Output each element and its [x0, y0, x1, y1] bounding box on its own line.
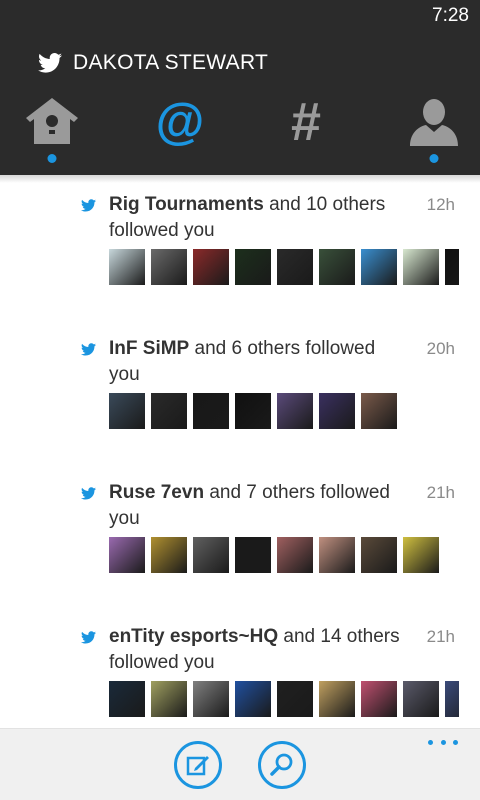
avatar[interactable]: [193, 537, 229, 573]
search-icon: [270, 753, 293, 776]
notification-dot: [429, 154, 439, 163]
list-item[interactable]: enTity esports~HQ and 14 others followed…: [0, 615, 480, 728]
avatar[interactable]: [151, 393, 187, 429]
avatar[interactable]: [277, 249, 313, 285]
notification-text: Ruse 7evn and 7 others followed you: [109, 480, 409, 532]
twitter-bird-icon: [81, 631, 96, 644]
notification-text: InF SiMP and 6 others followed you: [109, 336, 409, 388]
app-bar: [0, 728, 480, 800]
avatar[interactable]: [151, 249, 187, 285]
avatar-row: [109, 537, 459, 573]
avatar-row: [109, 249, 459, 285]
account-title[interactable]: DAKOTA STEWART: [38, 50, 268, 76]
birdhouse-icon: [26, 98, 78, 144]
avatar[interactable]: [361, 537, 397, 573]
avatar[interactable]: [319, 393, 355, 429]
timestamp: 21h: [426, 483, 455, 502]
compose-button[interactable]: [174, 741, 222, 789]
notification-text: Rig Tournaments and 10 others followed y…: [109, 192, 409, 244]
avatar[interactable]: [193, 249, 229, 285]
avatar[interactable]: [277, 393, 313, 429]
avatar[interactable]: [235, 393, 271, 429]
twitter-bird-icon: [81, 487, 96, 500]
user-name[interactable]: enTity esports~HQ: [109, 626, 278, 647]
avatar[interactable]: [319, 249, 355, 285]
notification-text: enTity esports~HQ and 14 others followed…: [109, 624, 409, 676]
search-button[interactable]: [258, 741, 306, 789]
timestamp: 12h: [426, 195, 455, 214]
status-time: 7:28: [432, 5, 469, 26]
person-icon: [410, 99, 458, 146]
avatar[interactable]: [361, 681, 397, 717]
avatar[interactable]: [235, 537, 271, 573]
avatar[interactable]: [319, 537, 355, 573]
avatar[interactable]: [109, 249, 145, 285]
account-name: DAKOTA STEWART: [73, 51, 269, 74]
avatar[interactable]: [235, 249, 271, 285]
user-name[interactable]: Ruse 7evn: [109, 482, 204, 503]
avatar[interactable]: [445, 249, 459, 285]
twitter-bird-icon: [81, 343, 96, 356]
tab-home[interactable]: [12, 92, 92, 172]
list-item[interactable]: InF SiMP and 6 others followed you 20h: [0, 327, 480, 447]
avatar[interactable]: [445, 681, 459, 717]
tab-discover[interactable]: #: [266, 92, 346, 172]
list-item[interactable]: Ruse 7evn and 7 others followed you 21h: [0, 471, 480, 591]
timestamp: 20h: [426, 339, 455, 358]
avatar[interactable]: [361, 393, 397, 429]
avatar[interactable]: [109, 681, 145, 717]
svg-text:#: #: [291, 96, 321, 148]
avatar[interactable]: [109, 537, 145, 573]
avatar[interactable]: [277, 681, 313, 717]
status-bar: 7:28: [0, 0, 480, 32]
at-icon: @: [156, 96, 205, 148]
avatar[interactable]: [151, 681, 187, 717]
svg-text:@: @: [156, 96, 205, 148]
compose-icon: [186, 756, 209, 776]
header: DAKOTA STEWART @ #: [0, 32, 480, 175]
more-icon[interactable]: [428, 737, 458, 747]
list-item[interactable]: Rig Tournaments and 10 others followed y…: [0, 183, 480, 303]
avatar-row: [109, 681, 459, 717]
avatar[interactable]: [403, 537, 439, 573]
avatar[interactable]: [403, 681, 439, 717]
notification-feed: Rig Tournaments and 10 others followed y…: [0, 183, 480, 728]
nav-tabs: @ #: [0, 92, 480, 172]
tab-me[interactable]: [394, 92, 474, 172]
avatar[interactable]: [361, 249, 397, 285]
twitter-bird-icon: [81, 199, 96, 212]
notification-dot: [47, 154, 57, 163]
twitter-bird-icon: [38, 53, 62, 73]
timestamp: 21h: [426, 627, 455, 646]
avatar[interactable]: [235, 681, 271, 717]
user-name[interactable]: InF SiMP: [109, 338, 189, 359]
header-shadow: [0, 175, 480, 183]
hashtag-icon: #: [291, 96, 321, 148]
avatar[interactable]: [403, 249, 439, 285]
avatar[interactable]: [109, 393, 145, 429]
tab-mentions[interactable]: @: [140, 92, 220, 172]
avatar-row: [109, 393, 459, 429]
avatar[interactable]: [151, 537, 187, 573]
user-name[interactable]: Rig Tournaments: [109, 194, 264, 215]
avatar[interactable]: [193, 393, 229, 429]
avatar[interactable]: [277, 537, 313, 573]
avatar[interactable]: [319, 681, 355, 717]
avatar[interactable]: [193, 681, 229, 717]
